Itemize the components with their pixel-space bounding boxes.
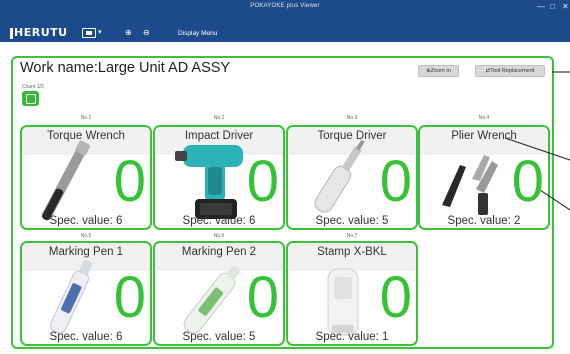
minimize-button[interactable]: — (537, 2, 545, 12)
display-dropdown-caret[interactable]: ▾ (98, 28, 102, 36)
spec-value: Spec. value: 5 (315, 215, 389, 227)
tool-number: No.4 (478, 115, 490, 121)
work-name-title: Work name:Large Unit AD ASSY (20, 60, 231, 76)
count-label: Count 1/3 (22, 84, 44, 90)
tool-count: 0 (113, 265, 146, 330)
logo-text: HERUTU (14, 26, 68, 39)
tool-replacement-button[interactable]: ⇄Tool Replacement (475, 65, 545, 77)
tool-card-torque-wrench[interactable]: Torque Wrench 0 Spec. value: 6 (20, 125, 152, 230)
tool-count: 0 (113, 149, 146, 214)
tool-number: No.3 (346, 115, 358, 121)
spec-value: Spec. value: 6 (49, 215, 123, 227)
tool-number: No.7 (346, 233, 358, 239)
spec-value: Spec. value: 6 (49, 331, 123, 343)
tool-name: Plier Wrench (451, 130, 517, 142)
zoom-out-icon[interactable]: ⊖ (143, 29, 150, 37)
spec-value: Spec. value: 5 (182, 331, 256, 343)
tool-count: 0 (511, 149, 544, 214)
tool-count: 0 (379, 265, 412, 330)
tool-card-plier-wrench[interactable]: Plier Wrench 0 Spec. value: 2 (418, 125, 550, 230)
tool-number: No.1 (80, 115, 92, 121)
zoom-in-icon[interactable]: ⊕ (125, 29, 132, 37)
tool-number: No.6 (213, 233, 225, 239)
display-menu[interactable]: Display Menu (178, 30, 217, 37)
tool-number: No.5 (80, 233, 92, 239)
title-toolbar: POKAYOKE plus Viewer — □ ✕ HERUTU ▾ ⊕ ⊖ … (0, 0, 570, 42)
spec-value: Spec. value: 6 (182, 215, 256, 227)
tool-card-torque-driver[interactable]: Torque Driver 0 Spec. value: 5 (286, 125, 418, 230)
tool-name: Marking Pen 1 (48, 246, 124, 258)
count-status-icon (22, 91, 39, 106)
tool-card-impact-driver[interactable]: Impact Driver 0 Spec. value: 6 (153, 125, 285, 230)
tool-count: 0 (246, 265, 279, 330)
tool-card-marking-pen-2[interactable]: Marking Pen 2 0 Spec. value: 5 (153, 241, 285, 346)
zoom-in-button[interactable]: ⊕Zoom In (418, 65, 459, 77)
spec-value: Spec. value: 1 (315, 331, 389, 343)
close-button[interactable]: ✕ (562, 2, 569, 12)
window-title: POKAYOKE plus Viewer (250, 3, 320, 9)
spec-value: Spec. value: 2 (447, 215, 521, 227)
tool-name: Impact Driver (184, 130, 254, 142)
tool-name: Stamp X-BKL (317, 246, 387, 258)
logo-bar (10, 28, 13, 39)
maximize-button[interactable]: □ (550, 2, 555, 12)
tool-name: Torque Driver (317, 130, 387, 142)
herutu-logo: HERUTU (10, 26, 68, 40)
tool-count: 0 (246, 149, 279, 214)
tool-name: Torque Wrench (47, 130, 125, 142)
tool-card-stamp-x-bkl[interactable]: Stamp X-BKL 0 Spec. value: 1 (286, 241, 418, 346)
tool-count: 0 (379, 149, 412, 214)
tool-number: No.2 (213, 115, 225, 121)
tool-card-marking-pen-1[interactable]: Marking Pen 1 0 Spec. value: 6 (20, 241, 152, 346)
tool-name: Marking Pen 2 (181, 246, 257, 258)
display-icon[interactable] (82, 28, 96, 38)
